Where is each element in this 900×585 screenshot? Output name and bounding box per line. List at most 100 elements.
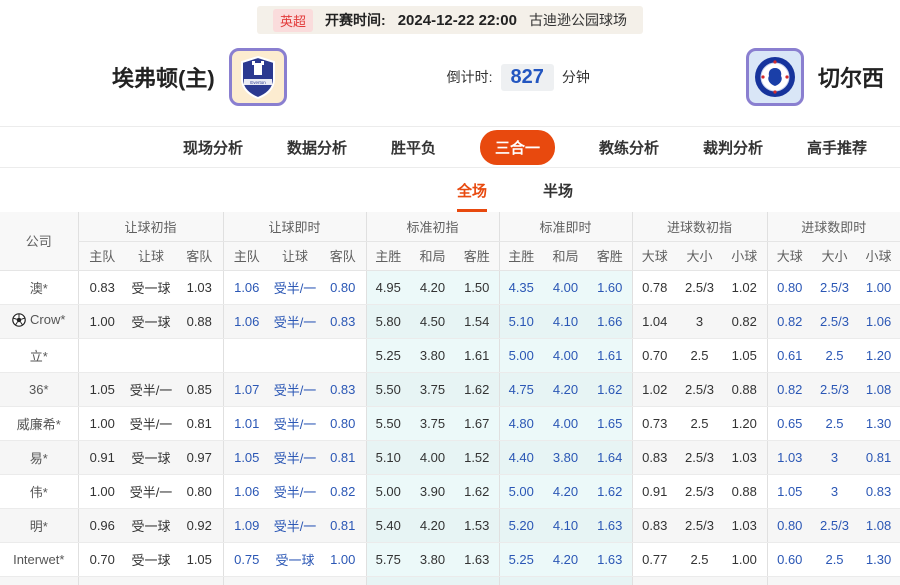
nav-tab-2[interactable]: 数据分析 bbox=[287, 137, 347, 158]
odds-cell: 受一球 bbox=[126, 508, 176, 543]
odds-cell: 4.20 bbox=[543, 372, 588, 407]
teams-row: 埃弗顿(主) Everton 倒计时: 827 分钟 切尔西 bbox=[0, 34, 900, 120]
odds-cell: 1.62 bbox=[588, 372, 632, 407]
odds-cell: 0.88 bbox=[722, 474, 768, 509]
odds-cell: 0.96 bbox=[77, 508, 126, 543]
column-group-header: 让球即时 bbox=[222, 212, 366, 242]
odds-cell: 0.81 bbox=[320, 440, 366, 475]
odds-cell: 0.82 bbox=[766, 304, 813, 339]
odds-cell: 5.20 bbox=[498, 508, 543, 543]
nav-tab-5[interactable]: 教练分析 bbox=[599, 137, 659, 158]
match-info-inner: 英超 开赛时间: 2024-12-22 22:00 古迪逊公园球场 bbox=[257, 6, 643, 34]
table-row: 36* 1.05 受半/一 0.85 1.07 受半/一 0.83 5.50 3.75 1.62 4… bbox=[0, 372, 900, 407]
odds-cell: 受半/一 bbox=[270, 406, 320, 441]
odds-cell: 0.61 bbox=[766, 338, 813, 373]
odds-cell: 3 bbox=[812, 440, 858, 475]
odds-cell bbox=[498, 576, 543, 585]
odds-cell: 1.04 bbox=[631, 304, 677, 339]
company-cell: 伟* bbox=[0, 474, 78, 509]
odds-cell: 1.03 bbox=[766, 440, 813, 475]
odds-cell bbox=[77, 338, 126, 373]
odds-cell: 受一球 bbox=[270, 542, 320, 577]
odds-cell bbox=[812, 576, 858, 585]
odds-cell bbox=[365, 576, 410, 585]
odds-cell: 4.50 bbox=[410, 304, 455, 339]
table-row-partial bbox=[0, 576, 900, 585]
odds-cell: 0.83 bbox=[320, 372, 366, 407]
odds-cell: 1.62 bbox=[588, 474, 632, 509]
odds-cell: 4.10 bbox=[543, 304, 588, 339]
analysis-nav-tabs: 现场分析 数据分析 胜平负 三合一 教练分析 裁判分析 高手推荐 bbox=[0, 126, 900, 168]
column-subheader: 客队 bbox=[320, 241, 366, 271]
column-subheader: 大球 bbox=[631, 241, 677, 271]
odds-cell: 1.52 bbox=[455, 440, 499, 475]
odds-cell: 4.00 bbox=[543, 270, 588, 305]
odds-cell: 0.88 bbox=[722, 372, 768, 407]
odds-cell: 1.00 bbox=[857, 270, 900, 305]
nav-tab-4[interactable]: 三合一 bbox=[479, 129, 555, 165]
odds-cell: 0.97 bbox=[176, 440, 223, 475]
odds-cell: 4.80 bbox=[498, 406, 543, 441]
odds-cell: 1.65 bbox=[588, 406, 632, 441]
odds-cell: 0.70 bbox=[77, 542, 126, 577]
odds-cell: 1.60 bbox=[588, 270, 632, 305]
countdown-minutes: 827 bbox=[500, 63, 554, 91]
column-group-header: 标准即时 bbox=[498, 212, 632, 242]
nav-tab-7[interactable]: 高手推荐 bbox=[807, 137, 867, 158]
odds-cell: 1.05 bbox=[222, 440, 270, 475]
odds-cell: 4.20 bbox=[410, 508, 455, 543]
subtab-2[interactable]: 半场 bbox=[543, 180, 573, 212]
odds-cell: 1.00 bbox=[320, 542, 366, 577]
odds-cell: 1.61 bbox=[588, 338, 632, 373]
odds-table-header: 公司 让球初指 让球即时 标准初指 标准即时 进球数初指 进球数即时 主队 让球 客队 主队 让球… bbox=[0, 212, 900, 271]
odds-cell: 1.64 bbox=[588, 440, 632, 475]
away-team: 切尔西 bbox=[745, 48, 884, 106]
odds-cell: 2.5 bbox=[677, 406, 722, 441]
subtab-1[interactable]: 全场 bbox=[456, 180, 487, 212]
odds-cell: 0.75 bbox=[222, 542, 270, 577]
odds-cell: 0.85 bbox=[176, 372, 223, 407]
odds-cell: 受半/一 bbox=[270, 270, 320, 305]
nav-tab-1[interactable]: 现场分析 bbox=[183, 137, 243, 158]
odds-cell bbox=[766, 576, 813, 585]
column-subheader: 大小 bbox=[812, 241, 858, 271]
odds-cell: 5.50 bbox=[365, 406, 410, 441]
league-badge: 英超 bbox=[273, 8, 314, 32]
odds-cell: 2.5 bbox=[812, 406, 858, 441]
nav-tab-3[interactable]: 胜平负 bbox=[391, 137, 436, 158]
odds-cell: 0.80 bbox=[176, 474, 223, 509]
company-name: Crow* bbox=[30, 312, 66, 328]
company-name: 易* bbox=[29, 450, 48, 466]
odds-cell: 1.02 bbox=[722, 270, 768, 305]
column-subheader: 客队 bbox=[176, 241, 223, 271]
column-header-company: 公司 bbox=[0, 212, 78, 271]
nav-tab-6[interactable]: 裁判分析 bbox=[703, 137, 763, 158]
chelsea-crest-icon bbox=[745, 48, 804, 106]
table-row: 伟* 1.00 受半/一 0.80 1.06 受半/一 0.82 5.00 3.90 1.62 5.… bbox=[0, 474, 900, 509]
odds-cell: 0.81 bbox=[176, 406, 223, 441]
odds-cell: 1.03 bbox=[176, 270, 223, 305]
company-cell: 立* bbox=[0, 338, 78, 373]
odds-cell: 0.80 bbox=[320, 406, 366, 441]
odds-cell: 0.80 bbox=[320, 270, 366, 305]
table-row: 明* 0.96 受一球 0.92 1.09 受半/一 0.81 5.40 4.20 1.53 5.2… bbox=[0, 508, 900, 543]
column-group-header: 进球数初指 bbox=[631, 212, 768, 242]
odds-cell: 3.80 bbox=[410, 542, 455, 577]
odds-cell bbox=[722, 576, 768, 585]
column-subheader: 让球 bbox=[126, 241, 176, 271]
column-group-header: 让球初指 bbox=[77, 212, 223, 242]
odds-cell bbox=[455, 576, 499, 585]
odds-cell: 4.20 bbox=[410, 270, 455, 305]
odds-cell: 1.05 bbox=[176, 542, 223, 577]
odds-cell: 1.06 bbox=[222, 270, 270, 305]
odds-cell: 2.5 bbox=[812, 542, 858, 577]
odds-cell: 1.30 bbox=[857, 406, 900, 441]
odds-cell: 2.5/3 bbox=[812, 372, 858, 407]
odds-cell bbox=[410, 576, 455, 585]
odds-cell bbox=[176, 338, 223, 373]
company-cell: 明* bbox=[0, 508, 78, 543]
odds-cell bbox=[320, 576, 366, 585]
odds-cell: 1.03 bbox=[722, 508, 768, 543]
table-row: 立* 5.25 3.80 1.61 5.00 4.00 1.61 0.70 2.5 1.05 0.6… bbox=[0, 338, 900, 373]
column-subheader: 主队 bbox=[77, 241, 126, 271]
